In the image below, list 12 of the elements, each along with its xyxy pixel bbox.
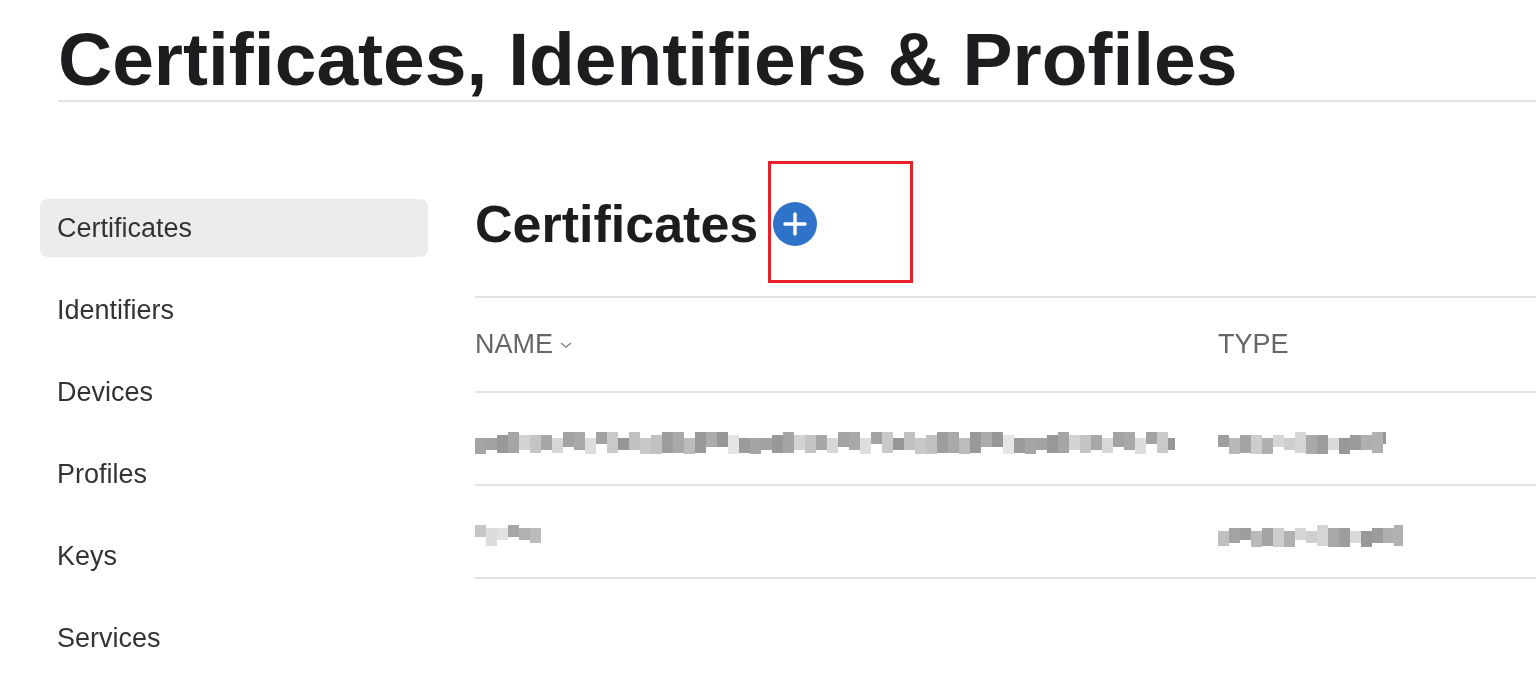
sidebar-item[interactable]: Certificates bbox=[40, 199, 428, 257]
section-title: Certificates bbox=[475, 194, 759, 254]
sidebar-item[interactable]: Devices bbox=[40, 363, 428, 421]
page-title: Certificates, Identifiers & Profiles bbox=[58, 0, 1536, 102]
sidebar-item[interactable]: Identifiers bbox=[40, 281, 428, 339]
column-header[interactable]: TYPE bbox=[1218, 329, 1289, 360]
column-header[interactable]: NAME bbox=[475, 329, 553, 360]
sidebar-item[interactable]: Keys bbox=[40, 527, 428, 585]
sidebar-item[interactable]: Services bbox=[40, 609, 428, 667]
sidebar-item[interactable]: Profiles bbox=[40, 445, 428, 503]
chevron-down-icon[interactable] bbox=[559, 339, 573, 350]
add-icon[interactable] bbox=[772, 201, 819, 247]
